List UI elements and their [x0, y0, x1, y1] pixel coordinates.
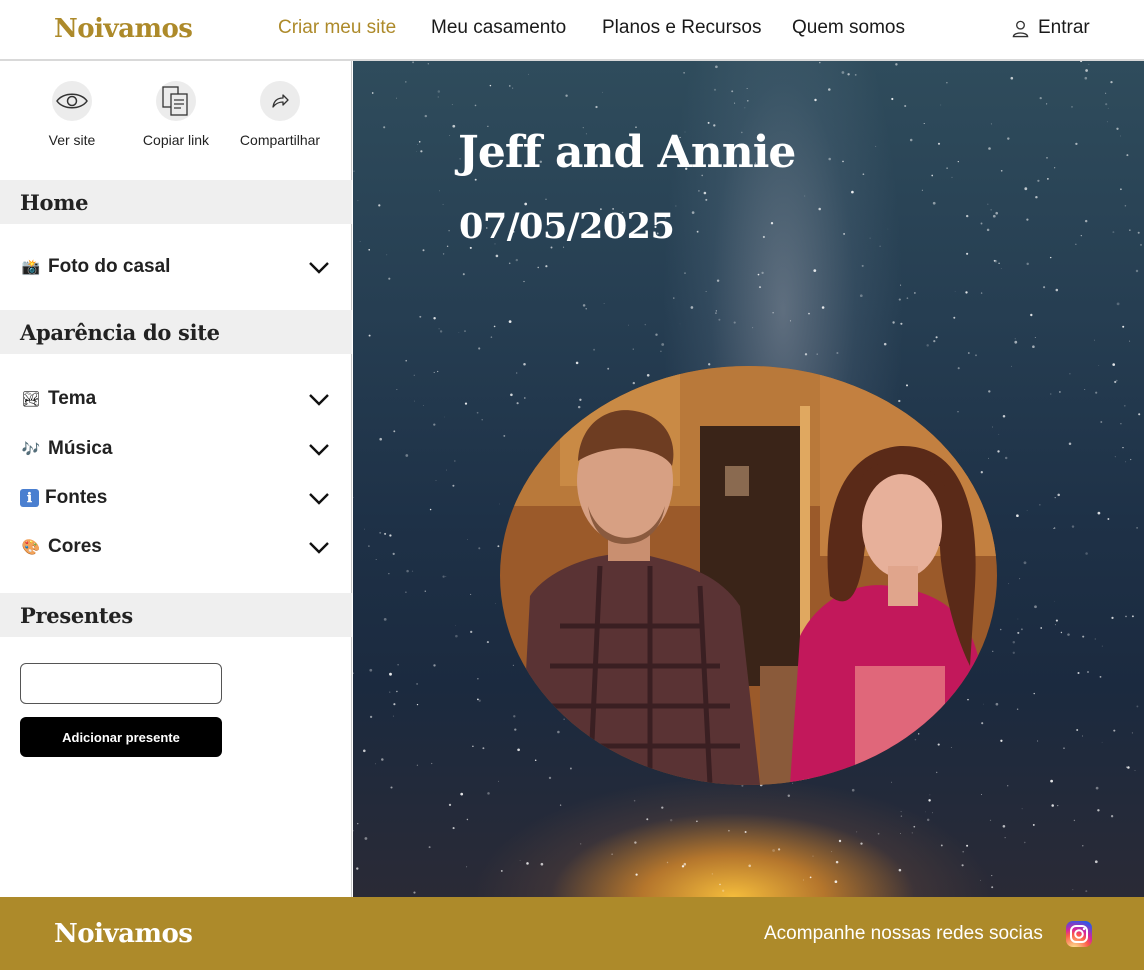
chevron-down-icon [309, 444, 329, 456]
footer-brand[interactable]: Noivamos [54, 919, 193, 949]
landscape-icon: 🏞 [21, 391, 41, 408]
sidebar-item-label: Fontes [45, 487, 108, 508]
login-button[interactable]: Entrar [1011, 17, 1090, 39]
site-preview: Jeff and Annie 07/05/2025 [353, 61, 1144, 897]
copy-icon [156, 81, 196, 121]
user-icon [1012, 20, 1029, 37]
editor-sidebar: Ver site Copiar link Compartilhar Home 📸… [0, 61, 352, 897]
sidebar-item-cores[interactable]: 🎨 Cores [20, 532, 330, 562]
gift-name-input[interactable] [20, 663, 222, 704]
music-notes-icon: 🎶 [21, 441, 41, 458]
social-text: Acompanhe nossas redes socias [764, 923, 1043, 944]
sidebar-item-label: Música [48, 438, 113, 459]
couple-names: Jeff and Annie [458, 127, 796, 178]
sidebar-item-foto-do-casal[interactable]: 📸 Foto do casal [20, 252, 330, 282]
sidebar-item-label: Cores [48, 536, 102, 557]
camera-icon: 📸 [21, 259, 41, 276]
chevron-down-icon [309, 493, 329, 505]
section-presentes: Presentes [0, 593, 352, 637]
brand-logo[interactable]: Noivamos [54, 14, 193, 44]
login-label: Entrar [1038, 17, 1090, 38]
chevron-down-icon [309, 262, 329, 274]
nav-quem-somos[interactable]: Quem somos [792, 17, 905, 39]
share-icon [260, 81, 300, 121]
nav-meu-casamento[interactable]: Meu casamento [431, 17, 566, 39]
share-label: Compartilhar [239, 132, 321, 148]
sidebar-item-tema[interactable]: 🏞 Tema [20, 384, 330, 414]
nav-planos-e-recursos[interactable]: Planos e Recursos [602, 17, 761, 39]
copy-link-button[interactable]: Copiar link [121, 81, 231, 148]
wedding-date: 07/05/2025 [459, 206, 675, 247]
info-icon: ℹ [20, 489, 39, 507]
sidebar-item-label: Foto do casal [48, 256, 171, 277]
instagram-icon[interactable] [1066, 921, 1092, 947]
palette-icon: 🎨 [21, 539, 41, 556]
share-button[interactable]: Compartilhar [225, 81, 335, 148]
site-actions: Ver site Copiar link Compartilhar [0, 81, 352, 171]
site-footer: Noivamos Acompanhe nossas redes socias [0, 897, 1144, 970]
sidebar-item-fontes[interactable]: ℹ Fontes [20, 483, 330, 513]
chevron-down-icon [309, 542, 329, 554]
section-home: Home [0, 180, 352, 224]
nav-criar-meu-site[interactable]: Criar meu site [278, 17, 396, 39]
chevron-down-icon [309, 394, 329, 406]
sidebar-item-label: Tema [48, 388, 97, 409]
section-aparencia: Aparência do site [0, 310, 352, 354]
view-site-button[interactable]: Ver site [17, 81, 127, 148]
add-gift-button[interactable]: Adicionar presente [20, 717, 222, 757]
couple-photo [500, 366, 997, 785]
eye-icon [52, 81, 92, 121]
copy-link-label: Copiar link [142, 132, 210, 148]
view-site-label: Ver site [48, 132, 96, 148]
top-navbar: Noivamos Criar meu site Meu casamento Pl… [0, 0, 1144, 61]
sidebar-item-musica[interactable]: 🎶 Música [20, 434, 330, 464]
